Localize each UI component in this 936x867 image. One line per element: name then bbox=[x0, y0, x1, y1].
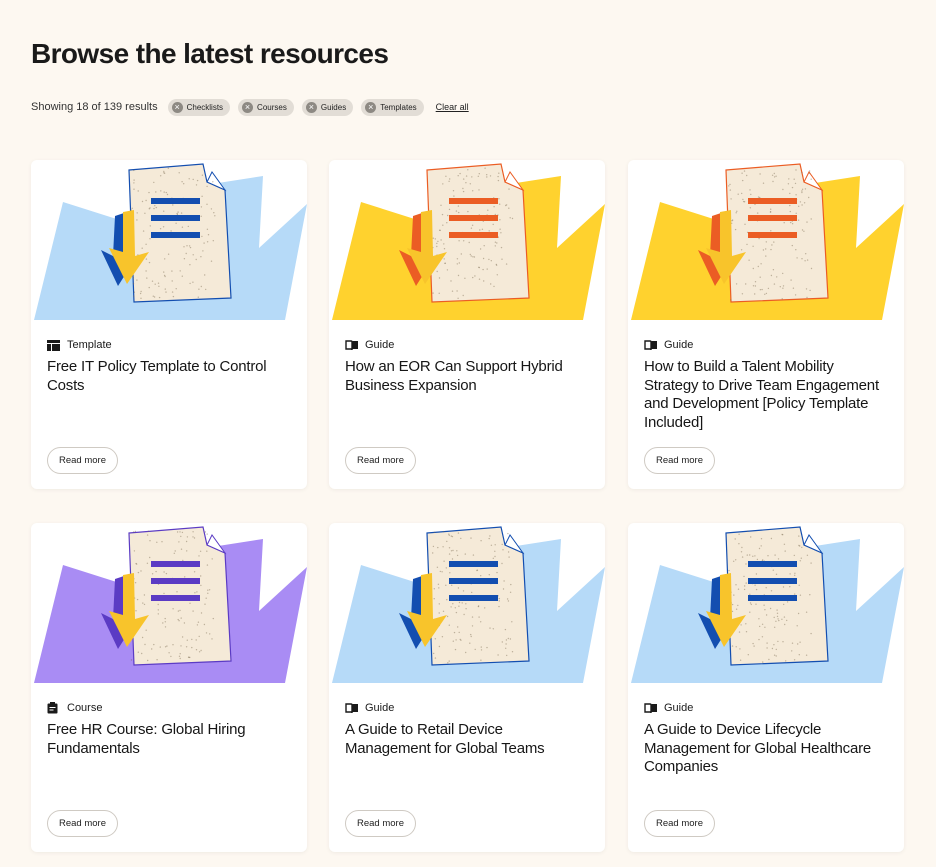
document-download-illustration bbox=[329, 523, 605, 685]
template-icon bbox=[47, 339, 61, 351]
chip-label: Checklists bbox=[186, 102, 224, 112]
resource-title[interactable]: How an EOR Can Support Hybrid Business E… bbox=[345, 358, 585, 395]
resource-type-label: Course bbox=[67, 702, 103, 714]
close-icon[interactable]: × bbox=[171, 101, 183, 113]
resource-type-label: Guide bbox=[365, 702, 395, 714]
resource-title[interactable]: How to Build a Talent Mobility Strategy … bbox=[644, 358, 884, 432]
document-download-illustration bbox=[31, 523, 307, 685]
document-download-illustration bbox=[329, 160, 605, 322]
read-more-button[interactable]: Read more bbox=[345, 447, 416, 474]
chip-label: Guides bbox=[320, 102, 347, 112]
close-icon[interactable]: × bbox=[365, 101, 377, 113]
resource-type: Guide bbox=[345, 338, 394, 352]
book-icon bbox=[345, 702, 359, 714]
resource-type: Guide bbox=[345, 701, 394, 715]
read-more-button[interactable]: Read more bbox=[644, 810, 715, 837]
close-icon[interactable]: × bbox=[242, 101, 254, 113]
book-icon bbox=[345, 339, 359, 351]
close-icon[interactable]: × bbox=[305, 101, 317, 113]
read-more-button[interactable]: Read more bbox=[345, 810, 416, 837]
resource-type-label: Template bbox=[67, 339, 112, 351]
clear-all-link[interactable]: Clear all bbox=[436, 102, 469, 112]
read-more-button[interactable]: Read more bbox=[47, 810, 118, 837]
read-more-button[interactable]: Read more bbox=[47, 447, 118, 474]
clipboard-icon bbox=[47, 702, 61, 714]
document-download-illustration bbox=[628, 523, 904, 685]
resource-card[interactable]: Guide How an EOR Can Support Hybrid Busi… bbox=[329, 160, 605, 489]
resource-type: Guide bbox=[644, 701, 693, 715]
resource-type: Course bbox=[47, 701, 102, 715]
chip-label: Courses bbox=[257, 102, 287, 112]
filter-bar: Showing 18 of 139 results × Checklists ×… bbox=[31, 97, 469, 117]
chip-label: Templates bbox=[380, 102, 417, 112]
resource-card[interactable]: Guide How to Build a Talent Mobility Str… bbox=[628, 160, 904, 489]
resource-title[interactable]: Free HR Course: Global Hiring Fundamenta… bbox=[47, 721, 287, 758]
resource-card[interactable]: Guide A Guide to Retail Device Managemen… bbox=[329, 523, 605, 852]
results-count: Showing 18 of 139 results bbox=[31, 101, 158, 113]
filter-chip-templates[interactable]: × Templates bbox=[361, 98, 424, 116]
resource-title[interactable]: Free IT Policy Template to Control Costs bbox=[47, 358, 287, 395]
resource-type-label: Guide bbox=[664, 339, 694, 351]
book-icon bbox=[644, 702, 658, 714]
filter-chip-checklists[interactable]: × Checklists bbox=[167, 98, 231, 116]
resource-type: Template bbox=[47, 338, 112, 352]
filter-chip-courses[interactable]: × Courses bbox=[238, 98, 294, 116]
resource-type-label: Guide bbox=[664, 702, 694, 714]
resource-type: Guide bbox=[644, 338, 693, 352]
book-icon bbox=[644, 339, 658, 351]
resource-card[interactable]: Course Free HR Course: Global Hiring Fun… bbox=[31, 523, 307, 852]
document-download-illustration bbox=[628, 160, 904, 322]
read-more-button[interactable]: Read more bbox=[644, 447, 715, 474]
filter-chip-guides[interactable]: × Guides bbox=[301, 98, 354, 116]
resource-card[interactable]: Guide A Guide to Device Lifecycle Manage… bbox=[628, 523, 904, 852]
resource-type-label: Guide bbox=[365, 339, 395, 351]
resource-title[interactable]: A Guide to Device Lifecycle Management f… bbox=[644, 721, 884, 777]
document-download-illustration bbox=[31, 160, 307, 322]
resource-card[interactable]: Template Free IT Policy Template to Cont… bbox=[31, 160, 307, 489]
page-title: Browse the latest resources bbox=[31, 38, 389, 69]
resource-title[interactable]: A Guide to Retail Device Management for … bbox=[345, 721, 585, 758]
